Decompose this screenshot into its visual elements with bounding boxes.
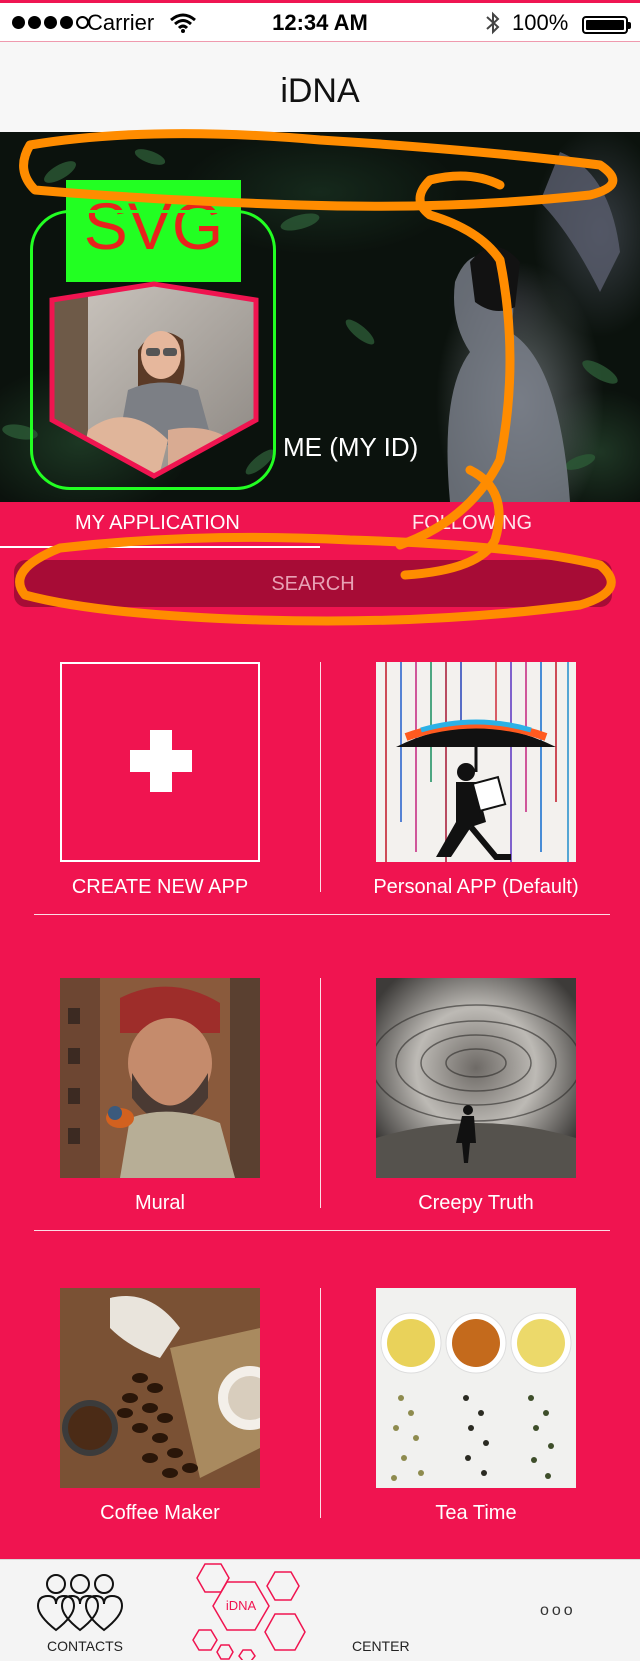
app-tile-mural[interactable]: Mural	[35, 978, 285, 1215]
app-thumbnail[interactable]	[60, 978, 260, 1178]
row-divider	[34, 1230, 610, 1231]
more-icon[interactable]: ooo	[540, 1602, 576, 1620]
grid-divider	[320, 978, 321, 1208]
search-input[interactable]: SEARCH	[14, 560, 612, 607]
avatar[interactable]	[48, 280, 260, 480]
app-thumbnail[interactable]	[376, 662, 576, 862]
segment-tabs: MY APPLICATION FOLLOWING	[0, 502, 640, 548]
app-thumbnail[interactable]	[60, 1288, 260, 1488]
app-label: Mural	[134, 1192, 185, 1214]
app-tile-coffee-maker[interactable]: Coffee Maker	[35, 1288, 285, 1525]
create-app-button[interactable]	[60, 662, 260, 862]
tab-following[interactable]: FOLLOWING	[412, 512, 532, 535]
app-thumbnail[interactable]	[376, 1288, 576, 1488]
app-label: CREATE NEW APP	[71, 876, 249, 898]
row-divider	[34, 914, 610, 915]
active-tab-indicator	[0, 546, 320, 548]
main-content: MY APPLICATION FOLLOWING SEARCH CREATE N…	[0, 502, 640, 1559]
page-title: iDNA	[280, 72, 360, 110]
hexagon-cluster-icon: iDNA	[192, 1563, 306, 1662]
search-placeholder: SEARCH	[271, 573, 355, 595]
profile-name-label: ME (MY ID)	[283, 432, 419, 462]
status-bar: Carrier 12:34 AM 100%	[0, 0, 640, 42]
tab-idna[interactable]: iDNA	[185, 1560, 325, 1662]
app-tile-creepy-truth[interactable]: Creepy Truth	[351, 978, 601, 1215]
app-thumbnail[interactable]	[376, 978, 576, 1178]
grid-divider	[320, 1288, 321, 1518]
tab-contacts[interactable]: CONTACTS	[30, 1570, 140, 1658]
svg-text:iDNA: iDNA	[226, 1598, 257, 1613]
app-label: Creepy Truth	[418, 1192, 534, 1214]
tab-center[interactable]: CENTER	[352, 1638, 452, 1654]
profile-header: SVG ME (MY ID)	[0, 132, 640, 502]
app-tile-tea-time[interactable]: Tea Time	[351, 1288, 601, 1525]
tab-my-application[interactable]: MY APPLICATION	[75, 512, 240, 535]
battery-icon	[582, 16, 631, 34]
app-label: Personal APP (Default)	[373, 876, 579, 898]
bottom-tab-bar: CONTACTS iDNA CENTER ooo	[0, 1559, 640, 1662]
bluetooth-icon	[486, 11, 500, 35]
tab-contacts-label: CONTACTS	[47, 1638, 123, 1654]
app-tile-personal[interactable]: Personal APP (Default)	[351, 662, 601, 899]
app-label: Coffee Maker	[100, 1502, 220, 1524]
grid-divider	[320, 662, 321, 892]
app-label: Tea Time	[435, 1502, 517, 1524]
battery-percentage: 100%	[512, 10, 569, 35]
create-new-app-tile[interactable]: CREATE NEW APP	[35, 662, 285, 899]
contacts-icon	[36, 1574, 124, 1632]
navigation-bar: iDNA	[0, 42, 640, 132]
